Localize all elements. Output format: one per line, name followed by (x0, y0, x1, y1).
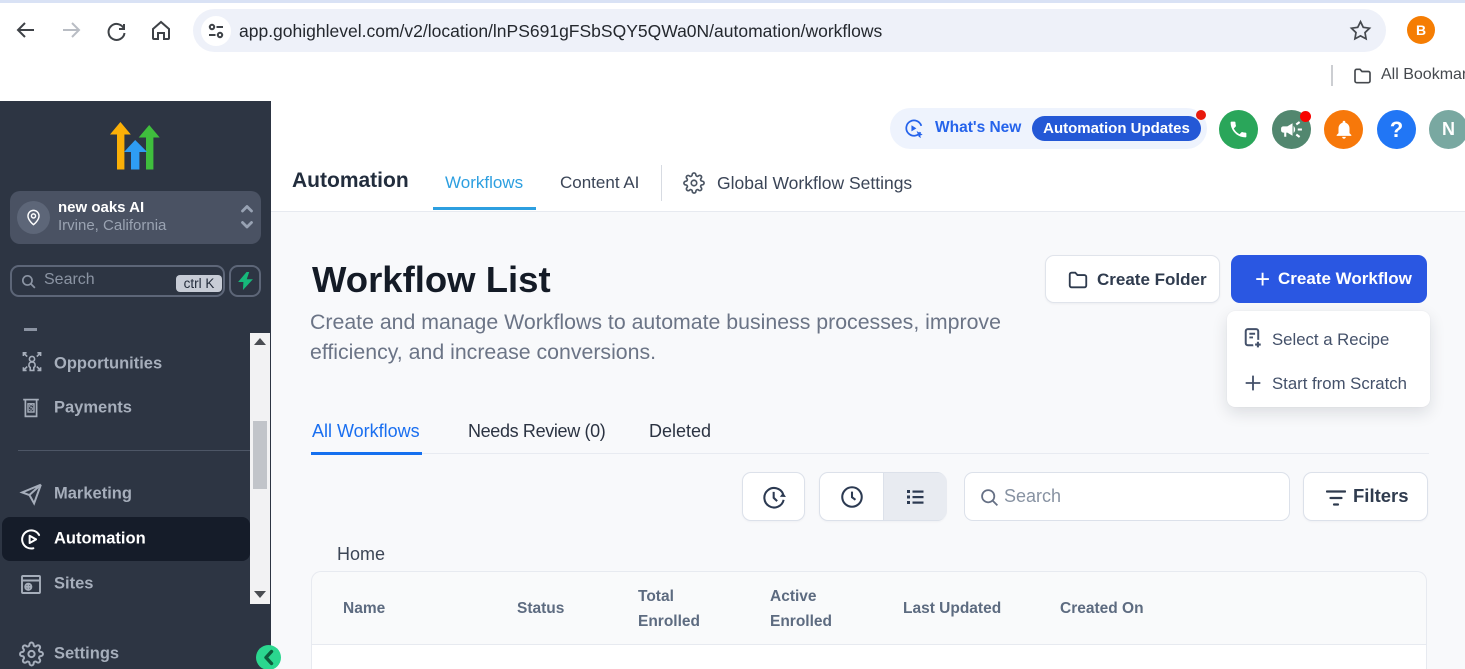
svg-text:$: $ (29, 404, 34, 413)
